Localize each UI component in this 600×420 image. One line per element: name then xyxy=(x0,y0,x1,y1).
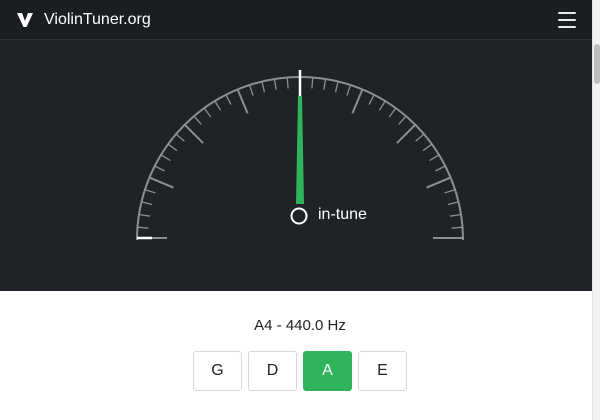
gauge-minor-tick xyxy=(193,115,202,125)
gauge-dial xyxy=(136,70,464,241)
gauge-minor-tick xyxy=(323,78,327,91)
gauge-minor-tick xyxy=(167,143,178,152)
gauge-minor-tick xyxy=(138,213,151,217)
gauge-minor-tick xyxy=(429,154,440,162)
needle-pivot-icon xyxy=(290,207,308,225)
hamburger-menu-icon[interactable] xyxy=(558,11,576,28)
string-button-e[interactable]: E xyxy=(358,351,407,391)
app-header: ViolinTuner.org xyxy=(0,0,592,40)
gauge-minor-tick xyxy=(144,188,156,194)
note-frequency-readout: A4 - 440.0 Hz xyxy=(254,317,346,334)
gauge-major-tick xyxy=(149,176,174,189)
gauge-minor-tick xyxy=(449,213,462,217)
tuning-status-label: in-tune xyxy=(318,206,367,223)
gauge-major-tick xyxy=(396,123,417,144)
gauge-minor-tick xyxy=(435,165,446,172)
gauge-minor-tick xyxy=(137,226,149,229)
gauge-minor-tick xyxy=(141,201,153,206)
app-root: ViolinTuner.org in-tune A4 - 440.0 Hz G … xyxy=(0,0,600,420)
gauge-minor-tick xyxy=(422,143,433,152)
gauge-major-tick xyxy=(426,176,451,189)
brand-link[interactable]: ViolinTuner.org xyxy=(16,11,151,29)
string-button-a[interactable]: A xyxy=(303,351,352,391)
gauge-minor-tick xyxy=(451,226,463,229)
gauge-minor-tick xyxy=(444,188,456,194)
gauge-minor-tick xyxy=(286,77,289,89)
tuner-gauge: in-tune xyxy=(0,40,592,291)
scrollbar-thumb[interactable] xyxy=(594,44,600,84)
gauge-minor-tick xyxy=(261,81,266,93)
gauge-minor-tick xyxy=(311,77,314,89)
gauge-minor-tick xyxy=(415,133,425,142)
gauge-minor-tick xyxy=(160,154,171,162)
gauge-minor-tick xyxy=(273,78,277,91)
string-button-g[interactable]: G xyxy=(193,351,242,391)
string-buttons: G D A E xyxy=(193,351,407,391)
gauge-minor-tick xyxy=(378,100,386,111)
gauge-minor-tick xyxy=(388,107,397,118)
gauge-minor-tick xyxy=(175,133,185,142)
gauge-minor-tick xyxy=(447,201,459,206)
brand-name: ViolinTuner.org xyxy=(44,10,151,28)
tuning-needle xyxy=(296,96,304,204)
gauge-minor-tick xyxy=(203,107,212,118)
gauge-minor-tick xyxy=(248,84,254,96)
gauge-major-tick xyxy=(183,123,204,144)
gauge-minor-tick xyxy=(398,115,407,125)
string-selector-panel: A4 - 440.0 Hz G D A E xyxy=(0,291,592,420)
gauge-major-tick xyxy=(236,89,249,114)
violin-v-logo-icon xyxy=(17,12,33,27)
gauge-minor-tick xyxy=(214,100,222,111)
gauge-minor-tick xyxy=(368,94,375,105)
gauge-minor-tick xyxy=(225,94,232,105)
gauge-minor-tick xyxy=(346,84,352,96)
string-button-d[interactable]: D xyxy=(248,351,297,391)
gauge-minor-tick xyxy=(154,165,165,172)
gauge-minor-tick xyxy=(334,81,339,93)
gauge-major-tick xyxy=(351,89,364,114)
page-scrollbar[interactable] xyxy=(592,0,600,420)
